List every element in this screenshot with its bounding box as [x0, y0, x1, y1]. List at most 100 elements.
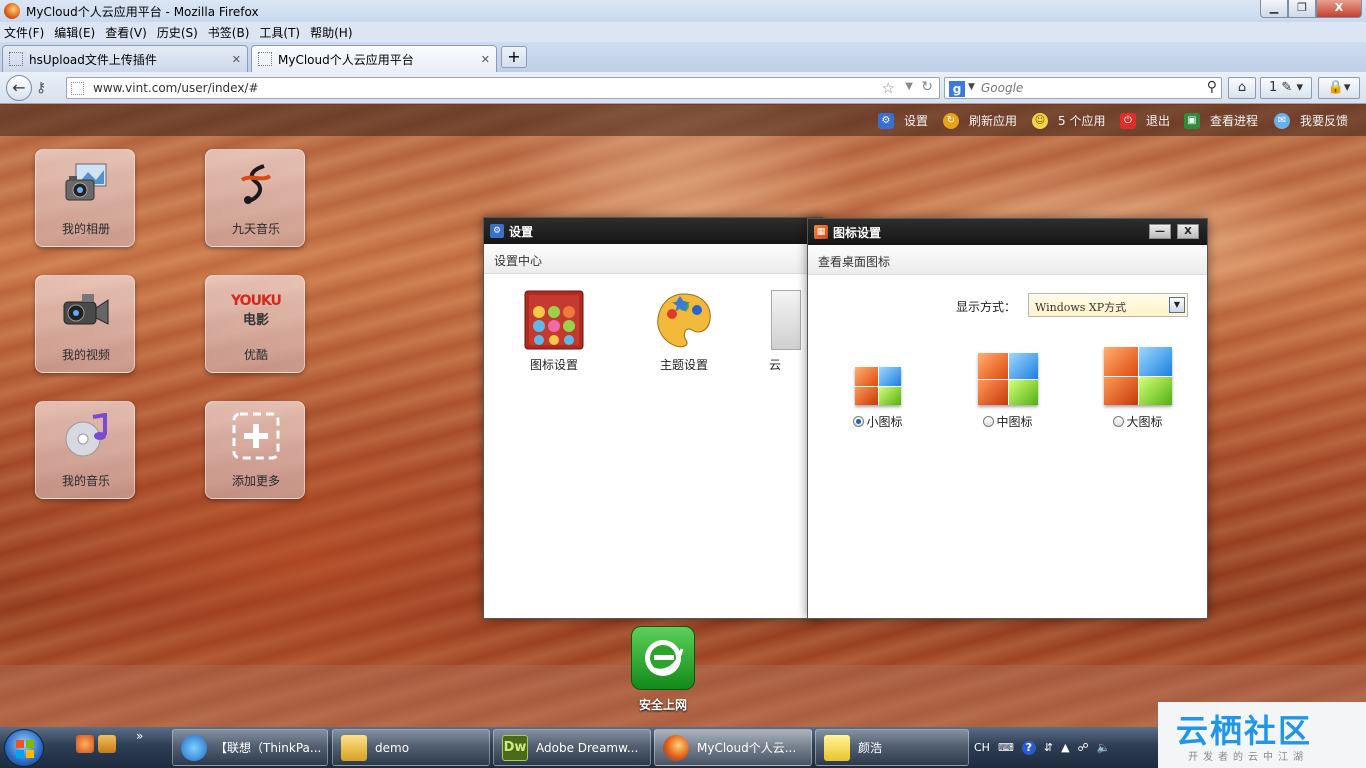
small-icon-option[interactable]: 小图标	[838, 367, 918, 430]
gear-icon: ⚙	[490, 224, 504, 238]
view-desktop-icons-label: 查看桌面图标	[808, 245, 1207, 275]
search-bar[interactable]: g ▼ Google ⚲	[944, 77, 1222, 99]
menu-bookmarks[interactable]: 书签(B)	[208, 24, 250, 41]
bookmark-star-icon[interactable]: ☆	[882, 79, 895, 97]
windows-logo-icon	[16, 740, 34, 758]
small-icon-label: 小图标	[866, 415, 903, 429]
logout-link[interactable]: ⏻ 退出	[1120, 105, 1170, 136]
reload-icon[interactable]: ↻	[921, 79, 933, 95]
settings-center-label: 设置中心	[484, 244, 822, 274]
tray-expand-icon[interactable]: ▲	[1061, 741, 1069, 754]
engine-dropdown-icon[interactable]: ▼	[968, 82, 975, 92]
language-indicator[interactable]: CH	[974, 741, 990, 754]
network-icon[interactable]: ☍	[1078, 741, 1089, 754]
addon-toolbar-button[interactable]: 1 ✎ ▾	[1260, 77, 1312, 99]
menu-tools[interactable]: 工具(T)	[259, 24, 300, 41]
settings-window: ⚙ 设置 设置中心 图标设置 主题设置 云	[483, 217, 823, 619]
taskbar-button-note[interactable]: 颜浩	[815, 729, 969, 766]
tray-arrows-icon[interactable]: ⇵	[1044, 741, 1053, 754]
desktop-icon-jiutian-music[interactable]: 九天音乐	[205, 149, 305, 247]
maximize-button[interactable]: ❐	[1288, 0, 1316, 18]
icon-settings-window-title: 图标设置	[833, 225, 882, 240]
google-engine-icon[interactable]: g	[949, 81, 965, 97]
refresh-apps-link[interactable]: ↻ 刷新应用	[943, 105, 1017, 136]
menu-view[interactable]: 查看(V)	[105, 24, 147, 41]
close-window-button[interactable]: X	[1316, 0, 1362, 18]
taskbar-button-demo-folder[interactable]: demo	[332, 729, 490, 766]
desktop-icon-youku[interactable]: YOUKU 电影 优酷	[205, 275, 305, 373]
help-icon[interactable]: ?	[1021, 740, 1036, 755]
taskbar-button-dreamweaver[interactable]: Dw Adobe Dreamw...	[493, 729, 651, 766]
theme-settings-item[interactable]: 主题设置	[639, 290, 729, 373]
menu-file[interactable]: 文件(F)	[4, 24, 44, 41]
home-button[interactable]: ⌂	[1228, 77, 1256, 99]
medium-icon-label: 中图标	[996, 415, 1033, 429]
search-icon[interactable]: ⚲	[1207, 79, 1217, 95]
menu-help[interactable]: 帮助(H)	[310, 24, 352, 41]
monitor-icon: ▣	[1184, 112, 1200, 129]
page-icon	[258, 52, 272, 66]
settings-link[interactable]: ⚙ 设置	[878, 105, 928, 136]
tab-label: hsUpload文件上传插件	[29, 52, 157, 67]
taskbar-button-firefox[interactable]: MyCloud个人云...	[654, 729, 812, 766]
app-count-link[interactable]: ☺ 5 个应用	[1032, 105, 1105, 136]
volume-icon[interactable]: 🔈	[1097, 741, 1111, 754]
search-input[interactable]: Google	[981, 81, 1023, 95]
menu-edit[interactable]: 编辑(E)	[54, 24, 95, 41]
keyboard-icon[interactable]: ⌨	[998, 741, 1014, 754]
close-window-button[interactable]: X	[1177, 224, 1199, 239]
firefox-quicklaunch-icon[interactable]	[76, 735, 94, 753]
new-tab-button[interactable]: +	[501, 46, 527, 68]
medium-icon-radio[interactable]	[983, 416, 995, 427]
back-button[interactable]: ←	[6, 75, 32, 101]
desktop-icon-album[interactable]: 我的相册	[35, 149, 135, 247]
desktop-icon-video[interactable]: 我的视频	[35, 275, 135, 373]
view-process-link[interactable]: ▣ 查看进程	[1184, 105, 1258, 136]
chevron-down-icon[interactable]: ▼	[1169, 297, 1185, 313]
security-lock-button[interactable]: 🔒▾	[1318, 77, 1360, 99]
icon-label: 优酷	[243, 348, 268, 362]
url-text[interactable]: www.vint.com/user/index/#	[93, 81, 259, 95]
desktop-page: ⚙ 设置 ↻ 刷新应用 ☺ 5 个应用 ⏻ 退出 ▣ 查看进程 ✉ 我要反馈 我…	[0, 105, 1366, 727]
icon-settings-item[interactable]: 图标设置	[509, 290, 599, 373]
large-icon-radio[interactable]	[1113, 416, 1125, 427]
ie-browser-icon	[631, 626, 695, 690]
firefox-icon	[663, 734, 689, 761]
tab-close-icon[interactable]: ✕	[232, 53, 241, 66]
window-title: MyCloud个人云应用平台 - Mozilla Firefox	[26, 4, 259, 19]
tab-mycloud[interactable]: MyCloud个人云应用平台 ✕	[251, 45, 497, 72]
small-icon-radio[interactable]	[853, 416, 865, 427]
palette-icon	[654, 290, 714, 350]
desktop-icon-add-more[interactable]: 添加更多	[205, 401, 305, 499]
desktop-icon-music[interactable]: 我的音乐	[35, 401, 135, 499]
menu-history[interactable]: 历史(S)	[157, 24, 198, 41]
url-history-dropdown-icon[interactable]: ▼	[905, 81, 913, 92]
medium-icon-option[interactable]: 中图标	[968, 353, 1048, 430]
tab-close-icon[interactable]: ✕	[481, 53, 490, 66]
icon-settings-label: 图标设置	[529, 358, 578, 372]
start-button[interactable]	[4, 729, 44, 767]
site-identity-icon	[71, 82, 84, 95]
minimize-window-button[interactable]: —	[1149, 224, 1171, 239]
identity-key-icon[interactable]: ⚷	[36, 80, 46, 96]
display-mode-select[interactable]: Windows XP方式 ▼	[1028, 293, 1188, 317]
feedback-link[interactable]: ✉ 我要反馈	[1274, 105, 1348, 136]
settings-window-header[interactable]: ⚙ 设置	[484, 218, 822, 244]
url-bar[interactable]: www.vint.com/user/index/# ☆ ▼ ↻	[66, 77, 940, 99]
tab-hsupload[interactable]: hsUpload文件上传插件 ✕	[2, 45, 248, 72]
taskbar-label: 【联想（ThinkPa...	[215, 741, 322, 755]
icon-settings-window-header[interactable]: ▦ 图标设置 — X	[808, 219, 1207, 245]
cloud-settings-item[interactable]: 云	[769, 290, 809, 373]
tab-bar: hsUpload文件上传插件 ✕ MyCloud个人云应用平台 ✕	[0, 42, 1366, 72]
quicklaunch-more-icon[interactable]: »	[136, 729, 143, 743]
watermark: 云栖社区 开发者的云中江湖	[1158, 702, 1366, 768]
dock-app-safe-browse[interactable]: 安全上网	[628, 626, 698, 713]
large-icon-option[interactable]: 大图标	[1098, 347, 1178, 430]
taskbar-label: demo	[375, 740, 410, 755]
minimize-button[interactable]: ▁	[1260, 0, 1288, 18]
top-toolbar: ⚙ 设置 ↻ 刷新应用 ☺ 5 个应用 ⏻ 退出 ▣ 查看进程 ✉ 我要反馈	[0, 105, 1366, 136]
taskbar-button-ie[interactable]: 【联想（ThinkPa...	[172, 729, 328, 766]
icon-label: 我的音乐	[61, 474, 110, 488]
camera-icon	[62, 160, 110, 208]
folder-quicklaunch-icon[interactable]	[98, 735, 116, 753]
